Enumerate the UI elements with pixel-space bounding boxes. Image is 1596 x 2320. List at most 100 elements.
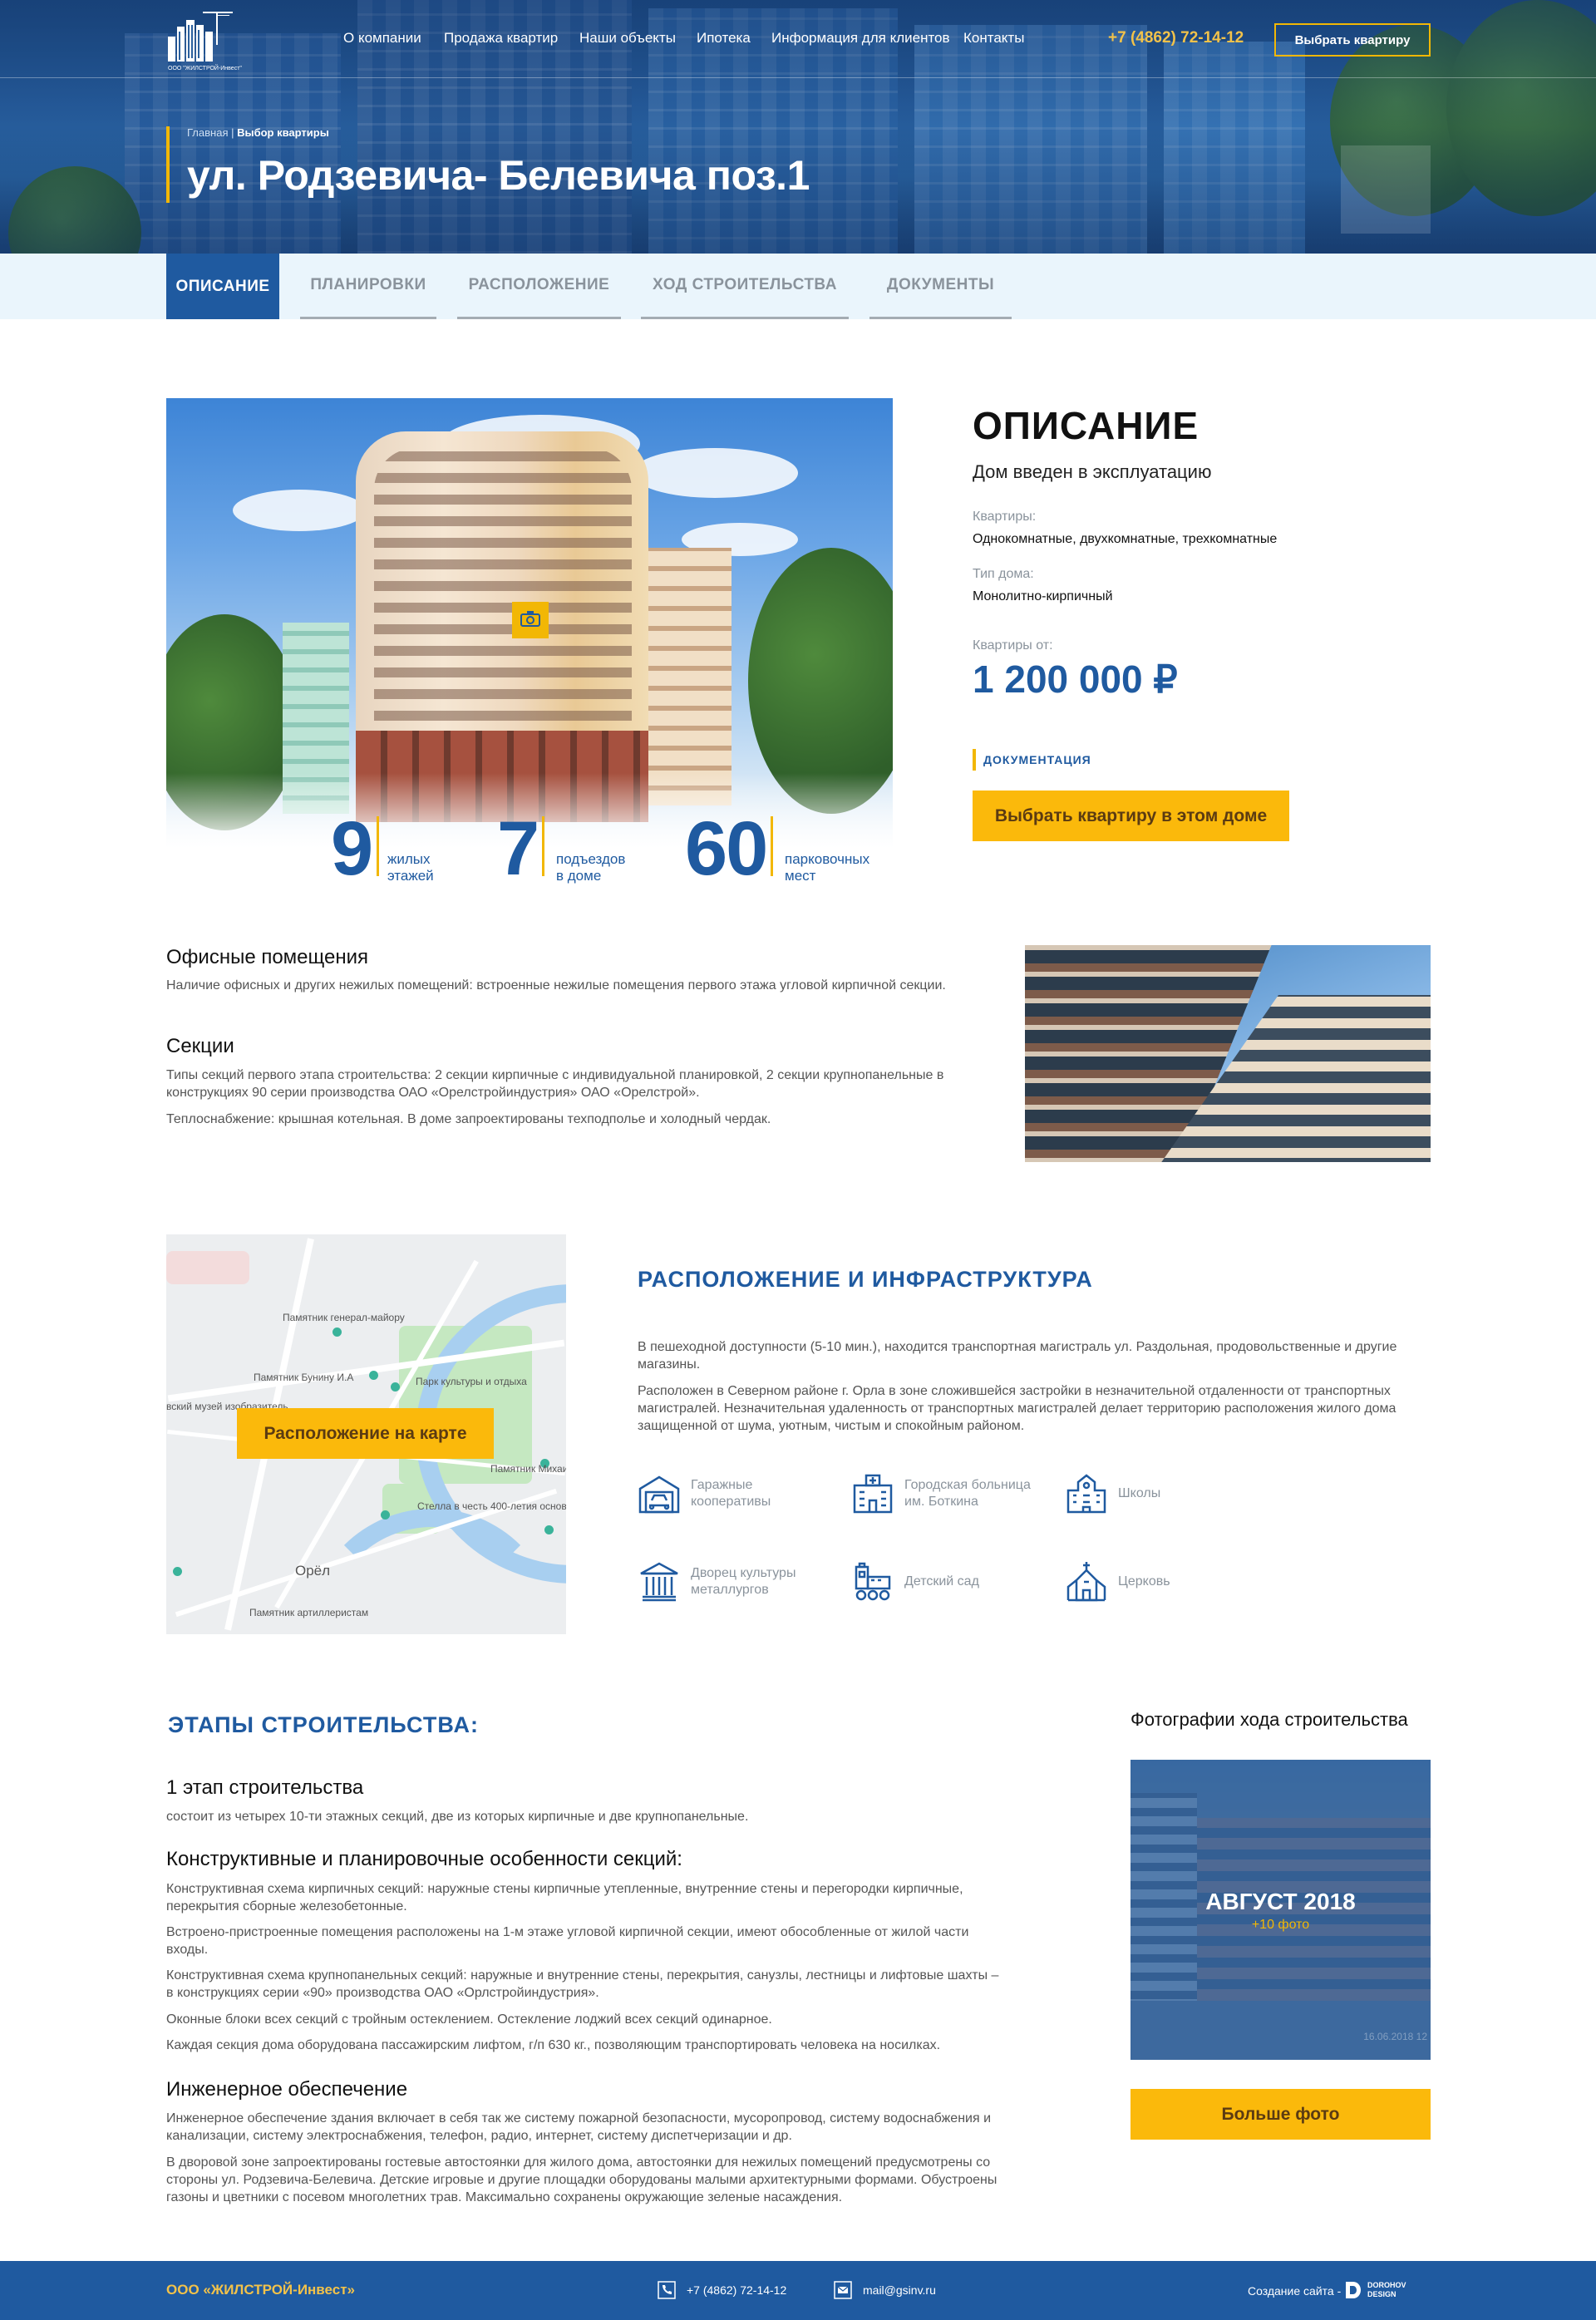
nav-about[interactable]: О компании — [343, 30, 421, 47]
map-label: Памятник Михаилу... — [490, 1463, 566, 1475]
map-label: Памятник Бунину И.А — [254, 1372, 354, 1383]
hero-decor-box — [1341, 145, 1431, 234]
infra-schools: Школы — [1065, 1472, 1160, 1515]
sections-text: Типы секций первого этапа строительства:… — [166, 1068, 944, 1100]
page-title: ул. Родзевича- Белевича поз.1 — [187, 152, 810, 199]
engineering-text: Инженерное обеспечение здания включает в… — [166, 2111, 992, 2143]
map-location-button[interactable]: Расположение на карте — [237, 1408, 494, 1459]
house-type-value: Монолитно-кирпичный — [973, 589, 1113, 603]
more-photos-button[interactable]: Больше фото — [1130, 2089, 1431, 2140]
tabs-bar: ОПИСАНИЕ ПЛАНИРОВКИ РАСПОЛОЖЕНИЕ ХОД СТР… — [0, 254, 1596, 319]
docs-accent-bar — [973, 749, 976, 771]
map-label: Памятник генерал-майору — [283, 1312, 405, 1323]
location-text-2: Расположен в Северном районе г. Орла в з… — [638, 1384, 1396, 1433]
footer-email[interactable]: mail@gsinv.ru — [863, 2283, 936, 2297]
palace-icon — [638, 1560, 681, 1603]
stat-floors-value: 9 — [331, 806, 373, 889]
infra-label: Школы — [1118, 1486, 1161, 1500]
title-accent-bar — [166, 126, 170, 203]
infra-label: Дворец культуры металлургов — [691, 1566, 796, 1597]
house-status: Дом введен в эксплуатацию — [973, 461, 1212, 482]
sections-title: Секции — [166, 1035, 234, 1057]
infra-label: Городская больница им. Боткина — [904, 1478, 1031, 1509]
stat-floors-label: жилых этажей — [387, 851, 434, 884]
offices-title: Офисные помещения — [166, 946, 369, 968]
map-label: Орёл — [295, 1563, 331, 1579]
price-value: 1 200 000 ₽ — [973, 658, 1178, 701]
tab-documents[interactable]: ДОКУМЕНТЫ — [869, 254, 1012, 319]
feature-text: Встроено-пристроенные помещения располож… — [166, 1925, 969, 1957]
select-apartment-in-house-button[interactable]: Выбрать квартиру в этом доме — [973, 791, 1289, 841]
tab-description[interactable]: ОПИСАНИЕ — [166, 254, 279, 319]
engineering-text: В дворовой зоне запроектированы гостевые… — [166, 2155, 998, 2204]
stat-entrances-value: 7 — [497, 806, 539, 889]
hero-banner: ООО "ЖИЛСТРОЙ-Инвест" О компании Продажа… — [0, 0, 1596, 254]
map-label: Стелла в честь 400-летия основания... — [417, 1500, 566, 1512]
gallery-month: АВГУСТ 2018 — [1205, 1889, 1356, 1914]
feature-text: Каждая секция дома оборудована пассажирс… — [166, 2038, 941, 2052]
infra-hospital: Городская больница им. Боткина — [851, 1472, 1031, 1515]
infra-kindergarten: Детский сад — [851, 1560, 979, 1603]
stage1-text: состоит из четырех 10-ти этажных секций,… — [166, 1810, 749, 1824]
gallery-camera-button[interactable] — [512, 602, 549, 638]
logo-text: ООО "ЖИЛСТРОЙ-Инвест" — [168, 64, 242, 71]
breadcrumb: Главная | Выбор квартиры — [187, 126, 329, 139]
map-pin-icon — [173, 1567, 182, 1576]
map-pin-icon — [391, 1382, 400, 1392]
breadcrumb-separator: | — [228, 126, 238, 139]
stages-heading: ЭТАПЫ СТРОИТЕЛЬСТВА: — [168, 1712, 480, 1737]
company-logo[interactable]: ООО "ЖИЛСТРОЙ-Инвест" — [166, 8, 249, 71]
stat-divider — [377, 816, 379, 876]
building-facade-photo — [1025, 945, 1431, 1162]
location-map[interactable]: Памятник генерал-майору Памятник Бунину … — [166, 1234, 566, 1634]
location-heading: РАСПОЛОЖЕНИЕ И ИНФРАСТРУКТУРА — [638, 1267, 1093, 1292]
documentation-link[interactable]: ДОКУМЕНТАЦИЯ — [983, 753, 1091, 766]
nav-clients[interactable]: Информация для клиентов — [771, 30, 950, 47]
studio-logo-icon[interactable] — [1344, 2280, 1362, 2304]
hospital-icon — [851, 1472, 894, 1515]
apartments-label: Квартиры: — [973, 510, 1037, 524]
apartments-value: Однокомнатные, двухкомнатные, трехкомнат… — [973, 532, 1278, 546]
house-type-label: Тип дома: — [973, 567, 1034, 581]
stat-divider — [542, 816, 544, 876]
map-pin-icon — [369, 1371, 378, 1380]
nav-objects[interactable]: Наши объекты — [579, 30, 676, 47]
header-divider — [0, 77, 1596, 78]
tab-location[interactable]: РАСПОЛОЖЕНИЕ — [457, 254, 621, 319]
feature-text: Конструктивная схема крупнопанельных сек… — [166, 1968, 999, 2000]
map-pin-icon — [332, 1327, 342, 1337]
features-title: Конструктивные и планировочные особеннос… — [166, 1848, 682, 1870]
tab-layouts[interactable]: ПЛАНИРОВКИ — [300, 254, 436, 319]
map-pin-icon — [381, 1510, 390, 1520]
tab-construction[interactable]: ХОД СТРОИТЕЛЬСТВА — [641, 254, 849, 319]
studio-name[interactable]: DOROHOV DESIGN — [1367, 2281, 1406, 2299]
mail-icon — [834, 2281, 852, 2303]
garage-icon — [638, 1472, 681, 1515]
gallery-card[interactable]: АВГУСТ 2018 +10 фото 16.06.2018 12 — [1130, 1760, 1431, 2060]
gallery-count: +10 фото — [1251, 1918, 1310, 1932]
stat-parking-value: 60 — [685, 806, 768, 889]
footer-company: ООО «ЖИЛСТРОЙ-Инвест» — [166, 2282, 355, 2298]
infra-label: Детский сад — [904, 1574, 979, 1589]
heating-text: Теплоснабжение: крышная котельная. В дом… — [166, 1112, 771, 1126]
map-pin-icon — [544, 1525, 554, 1534]
footer-phone[interactable]: +7 (4862) 72-14-12 — [687, 2283, 786, 2297]
building-main-photo[interactable]: 9 жилых этажей 7 подъездов в доме 60 пар… — [166, 398, 893, 889]
select-apartment-button[interactable]: Выбрать квартиру — [1274, 23, 1431, 57]
breadcrumb-current: Выбор квартиры — [237, 126, 329, 139]
feature-text: Оконные блоки всех секций с тройным осте… — [166, 2012, 772, 2027]
engineering-title: Инженерное обеспечение — [166, 2078, 408, 2101]
infra-label: Церковь — [1118, 1574, 1170, 1589]
stat-parking-label: парковочных мест — [785, 851, 870, 884]
kindergarten-icon — [851, 1560, 894, 1603]
nav-mortgage[interactable]: Ипотека — [697, 30, 751, 47]
price-label: Квартиры от: — [973, 638, 1053, 653]
header-phone[interactable]: +7 (4862) 72-14-12 — [1108, 29, 1244, 47]
gallery-title: Фотографии хода строительства — [1130, 1709, 1408, 1730]
map-label: Памятник артиллеристам — [249, 1607, 369, 1618]
nav-contacts[interactable]: Контакты — [963, 30, 1024, 47]
nav-sales[interactable]: Продажа квартир — [444, 30, 558, 47]
breadcrumb-home[interactable]: Главная — [187, 126, 228, 139]
offices-text: Наличие офисных и других нежилых помещен… — [166, 978, 946, 993]
feature-text: Конструктивная схема кирпичных секций: н… — [166, 1882, 963, 1914]
